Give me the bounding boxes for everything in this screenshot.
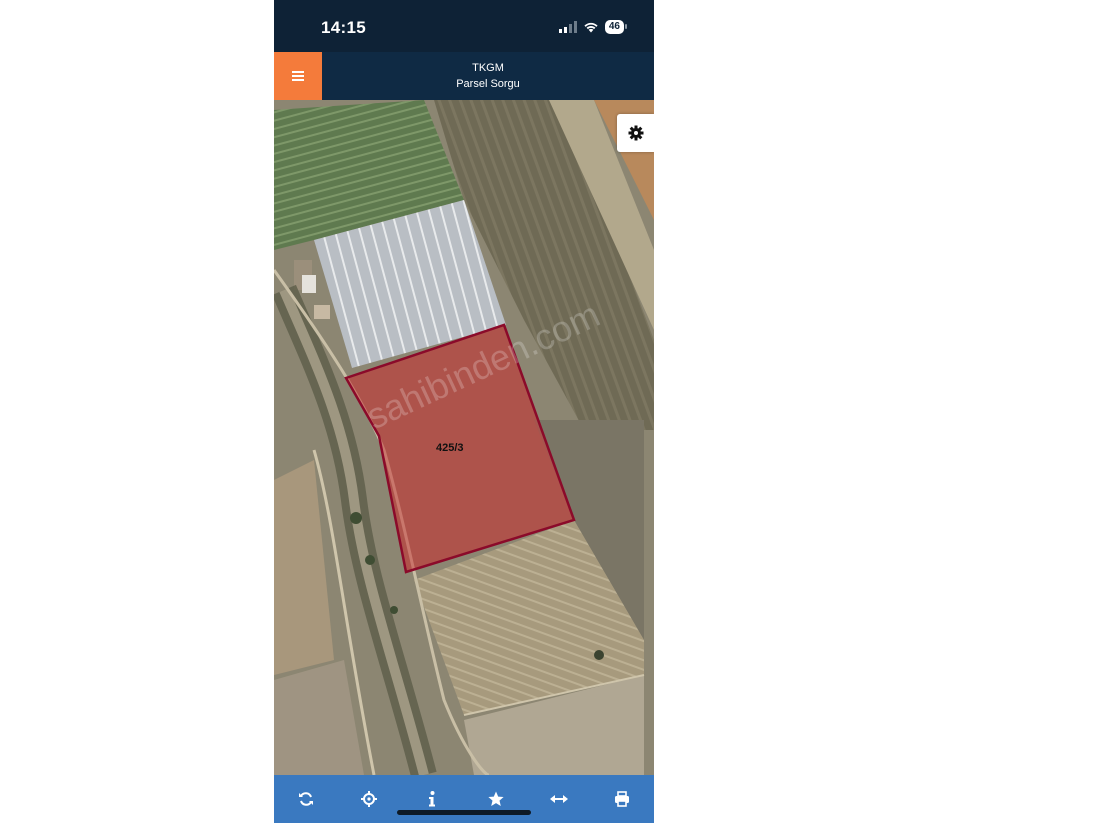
wifi-icon bbox=[584, 22, 598, 33]
header-title-block: TKGM Parsel Sorgu bbox=[322, 52, 654, 100]
settings-button[interactable] bbox=[617, 114, 654, 152]
refresh-button[interactable] bbox=[286, 779, 326, 819]
star-icon bbox=[488, 791, 504, 806]
info-icon bbox=[429, 791, 436, 807]
menu-button[interactable] bbox=[274, 52, 322, 100]
app-title: TKGM bbox=[472, 62, 504, 74]
status-bar: 14:15 46 bbox=[274, 0, 654, 52]
status-time: 14:15 bbox=[321, 18, 366, 37]
measure-button[interactable] bbox=[539, 779, 579, 819]
locate-crosshair-icon bbox=[360, 791, 377, 807]
status-icons: 46 bbox=[558, 20, 628, 34]
hamburger-menu-icon bbox=[292, 71, 304, 81]
parcel-label: 425/3 bbox=[436, 442, 464, 454]
bottom-toolbar bbox=[274, 775, 654, 823]
battery-indicator: 46 bbox=[604, 20, 628, 34]
map-imagery bbox=[274, 100, 654, 775]
print-icon bbox=[615, 791, 630, 807]
locate-button[interactable] bbox=[349, 779, 389, 819]
cellular-signal-icon bbox=[558, 21, 577, 33]
print-button[interactable] bbox=[602, 779, 642, 819]
home-indicator bbox=[397, 810, 531, 815]
gear-icon bbox=[628, 125, 643, 141]
app-subtitle: Parsel Sorgu bbox=[456, 78, 520, 90]
refresh-icon bbox=[298, 792, 313, 806]
app-header: TKGM Parsel Sorgu bbox=[274, 52, 654, 100]
measure-arrows-icon bbox=[549, 795, 568, 803]
satellite-map[interactable]: sahibinden.com 425/3 bbox=[274, 100, 654, 775]
phone-screen: 14:15 46 TKGM Parsel Sorgu sahibinden.co… bbox=[274, 0, 654, 823]
